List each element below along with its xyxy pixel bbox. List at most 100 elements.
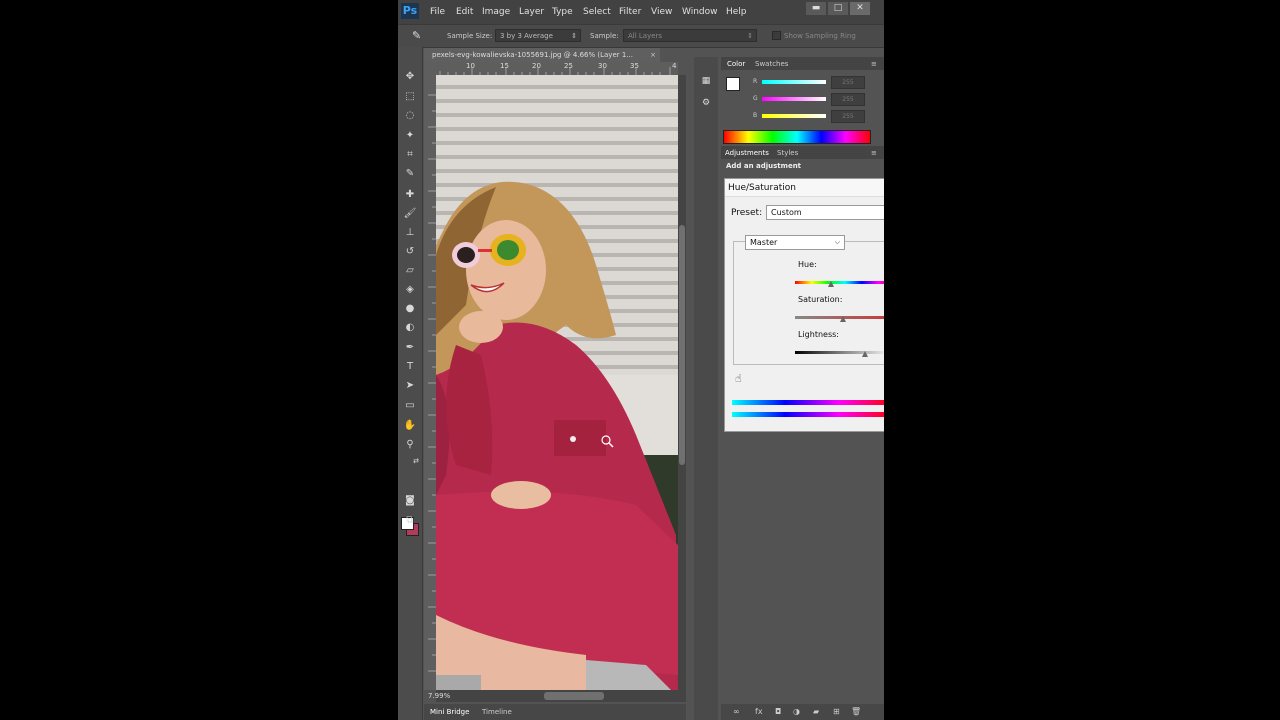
menu-help[interactable]: Help xyxy=(726,7,747,17)
slider-track-g[interactable] xyxy=(762,97,826,101)
hue-slider-thumb[interactable] xyxy=(828,281,834,287)
horizontal-scrollbar[interactable] xyxy=(436,690,686,702)
adjustment-layer-icon[interactable]: ◑ xyxy=(793,707,800,716)
channel-value[interactable]: 255 xyxy=(831,110,865,123)
color-slider-b[interactable]: B 255 xyxy=(729,110,879,123)
chevron-down-icon: ⇕ xyxy=(571,32,577,40)
close-tab-icon[interactable]: × xyxy=(650,48,656,62)
sample-size-select[interactable]: 3 by 3 Average ⇕ xyxy=(495,29,581,42)
history-icon[interactable]: ▦ xyxy=(700,75,712,87)
menu-image[interactable]: Image xyxy=(482,7,510,17)
lightness-slider[interactable] xyxy=(795,351,884,354)
crop-tool-icon[interactable]: ⌗ xyxy=(403,148,417,162)
chevron-down-icon: ⌵ xyxy=(834,238,840,246)
tab-styles[interactable]: Styles xyxy=(777,149,798,157)
tab-timeline[interactable]: Timeline xyxy=(482,708,512,716)
mask-icon[interactable]: ◘ xyxy=(775,707,781,716)
menu-window[interactable]: Window xyxy=(682,7,718,17)
menu-edit[interactable]: Edit xyxy=(456,7,473,17)
swap-colors-icon[interactable]: ⇄ xyxy=(409,454,423,468)
brush-tool-icon[interactable]: 🖌 xyxy=(403,207,417,221)
scroll-thumb[interactable] xyxy=(544,692,604,700)
vertical-scrollbar[interactable] xyxy=(678,75,686,690)
tab-mini-bridge[interactable]: Mini Bridge xyxy=(430,708,469,716)
maximize-button[interactable]: □ xyxy=(828,2,848,15)
tab-color[interactable]: Color xyxy=(727,60,745,68)
history-brush-tool-icon[interactable]: ↺ xyxy=(403,245,417,259)
menu-filter[interactable]: Filter xyxy=(619,7,641,17)
close-button[interactable]: ✕ xyxy=(850,2,870,15)
preset-select[interactable]: Custom xyxy=(766,205,884,220)
clone-stamp-tool-icon[interactable]: ⊥ xyxy=(403,226,417,240)
color-slider-r[interactable]: R 255 xyxy=(729,76,879,89)
panel-menu-icon[interactable]: ≡ xyxy=(871,149,877,157)
panel-menu-icon[interactable]: ≡ xyxy=(871,60,877,68)
lightness-label: Lightness: xyxy=(798,330,839,339)
path-selection-tool-icon[interactable]: ➤ xyxy=(403,379,417,393)
sample-value: All Layers xyxy=(628,32,663,40)
photoshop-logo-icon: Ps xyxy=(401,3,419,19)
menu-layer[interactable]: Layer xyxy=(519,7,544,17)
tab-adjustments[interactable]: Adjustments xyxy=(725,149,769,157)
healing-brush-tool-icon[interactable]: ✚ xyxy=(403,188,417,202)
folder-icon[interactable]: ▰ xyxy=(813,707,819,716)
fx-icon[interactable]: fx xyxy=(755,707,763,716)
channel-label: B xyxy=(753,112,758,119)
screen-mode-icon[interactable]: ⧉ xyxy=(403,514,417,528)
eyedropper-tool-icon[interactable]: ✎ xyxy=(403,167,417,181)
minimize-button[interactable]: ▬ xyxy=(806,2,826,15)
rectangle-tool-icon[interactable]: ▭ xyxy=(403,399,417,413)
paint-bucket-tool-icon[interactable]: ◈ xyxy=(403,283,417,297)
document-canvas[interactable] xyxy=(436,75,678,690)
type-tool-icon[interactable]: T xyxy=(403,360,417,374)
sample-select[interactable]: All Layers ⇕ xyxy=(623,29,757,42)
blur-tool-icon[interactable]: ● xyxy=(403,302,417,316)
document-tab[interactable]: pexels-evg-kowalievska-1055691.jpg @ 4.6… xyxy=(424,48,660,62)
quick-mask-icon[interactable]: ◙ xyxy=(403,494,417,508)
targeted-adjustment-hand-icon[interactable]: ☝ xyxy=(735,372,742,385)
sample-label: Sample: xyxy=(590,32,619,40)
lightness-slider-thumb[interactable] xyxy=(862,351,868,357)
slider-track-b[interactable] xyxy=(762,114,826,118)
magic-wand-tool-icon[interactable]: ✦ xyxy=(403,129,417,143)
eyedropper-icon[interactable]: ✎ xyxy=(412,29,421,42)
new-layer-icon[interactable]: ⊞ xyxy=(833,707,840,716)
zoom-tool-icon[interactable]: ⚲ xyxy=(403,438,417,452)
link-icon[interactable]: ∞ xyxy=(733,707,740,716)
color-slider-g[interactable]: G 255 xyxy=(729,93,879,106)
menu-view[interactable]: View xyxy=(651,7,672,17)
menu-select[interactable]: Select xyxy=(583,7,611,17)
color-spectrum-bar[interactable] xyxy=(723,130,871,144)
hue-slider[interactable] xyxy=(795,281,884,284)
preset-value: Custom xyxy=(771,208,802,217)
channel-value[interactable]: 255 xyxy=(831,76,865,89)
photoshop-window: Ps File Edit Image Layer Type Select Fil… xyxy=(398,0,884,720)
dodge-tool-icon[interactable]: ◐ xyxy=(403,321,417,335)
panel-dock: ▦ ⚙ xyxy=(694,57,718,720)
lasso-tool-icon[interactable]: ◌ xyxy=(403,109,417,123)
saturation-label: Saturation: xyxy=(798,295,843,304)
slider-track-r[interactable] xyxy=(762,80,826,84)
channel-select[interactable]: Master ⌵ xyxy=(745,235,845,250)
menu-file[interactable]: File xyxy=(430,7,445,17)
zoom-level[interactable]: 7.99% xyxy=(428,692,450,700)
menu-type[interactable]: Type xyxy=(552,7,573,17)
hand-tool-icon[interactable]: ✋ xyxy=(403,419,417,433)
pen-tool-icon[interactable]: ✒ xyxy=(403,341,417,355)
ruler-label: 35 xyxy=(630,62,639,70)
saturation-slider-thumb[interactable] xyxy=(840,316,846,322)
show-ring-checkbox[interactable] xyxy=(772,31,781,40)
channel-label: G xyxy=(753,95,758,102)
menu-bar: Ps File Edit Image Layer Type Select Fil… xyxy=(398,0,884,24)
ruler-corner xyxy=(424,62,436,75)
ruler-label: 15 xyxy=(500,62,509,70)
channel-value[interactable]: 255 xyxy=(831,93,865,106)
move-tool-icon[interactable]: ✥ xyxy=(403,70,417,84)
marquee-tool-icon[interactable]: ⬚ xyxy=(403,90,417,104)
trash-icon[interactable]: 🗑 xyxy=(851,707,861,716)
eraser-tool-icon[interactable]: ▱ xyxy=(403,264,417,278)
channel-label: R xyxy=(753,78,758,85)
properties-icon[interactable]: ⚙ xyxy=(700,97,712,109)
tab-swatches[interactable]: Swatches xyxy=(755,60,788,68)
scroll-thumb[interactable] xyxy=(679,225,685,465)
